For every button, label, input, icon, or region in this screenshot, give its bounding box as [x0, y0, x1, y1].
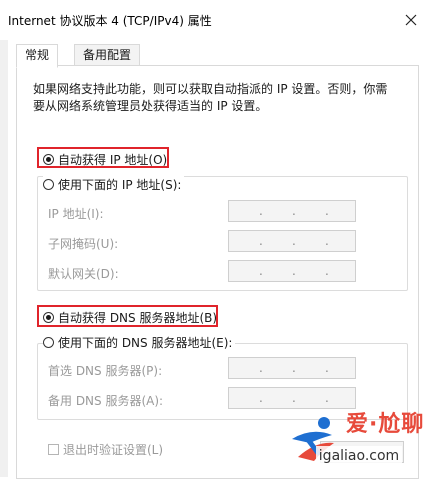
watermark-brand: 爱·尬聊 — [346, 412, 425, 437]
preferred-dns-input[interactable]: ... — [228, 357, 356, 379]
tab-alternate-configuration[interactable]: 备用配置 — [74, 44, 141, 67]
manual-ip-label: 使用下面的 IP 地址(S): — [58, 177, 182, 192]
window-title: Internet 协议版本 4 (TCP/IPv4) 属性 — [8, 14, 212, 28]
ipv4-properties-dialog: Internet 协议版本 4 (TCP/IPv4) 属性 常规 备用配置 如果… — [0, 0, 430, 479]
close-icon — [405, 14, 417, 26]
ip-address-input[interactable]: ... — [228, 200, 356, 222]
subnet-mask-input[interactable]: ... — [228, 230, 356, 252]
alternate-dns-input[interactable]: ... — [228, 387, 356, 409]
manual-ip-radio[interactable] — [43, 178, 54, 190]
validate-on-exit-checkbox[interactable] — [48, 443, 59, 455]
subnet-mask-label: 子网掩码(U): — [48, 237, 119, 251]
background-window-edge — [0, 40, 8, 477]
default-gateway-input[interactable]: ... — [228, 260, 356, 282]
highlight-auto-ip — [37, 147, 169, 168]
validate-on-exit-option[interactable]: 退出时验证设置(L) — [48, 441, 163, 457]
highlight-auto-dns — [37, 305, 218, 327]
manual-dns-option[interactable]: 使用下面的 DNS 服务器地址(E): — [43, 333, 236, 351]
tab-general[interactable]: 常规 — [16, 44, 59, 68]
ip-address-label: IP 地址(I): — [48, 207, 104, 221]
manual-dns-radio[interactable] — [43, 336, 54, 348]
validate-on-exit-label: 退出时验证设置(L) — [63, 442, 164, 457]
alternate-dns-label: 备用 DNS 服务器(A): — [48, 394, 164, 408]
watermark-url: igaliao.com — [316, 446, 402, 466]
preferred-dns-label: 首选 DNS 服务器(P): — [48, 364, 163, 378]
manual-ip-option[interactable]: 使用下面的 IP 地址(S): — [43, 175, 185, 193]
default-gateway-label: 默认网关(D): — [48, 267, 119, 281]
description-text: 如果网络支持此功能，则可以获取自动指派的 IP 设置。否则，你需要从网络系统管理… — [33, 82, 388, 113]
close-button[interactable] — [396, 6, 426, 34]
title-bar: Internet 协议版本 4 (TCP/IPv4) 属性 — [0, 0, 430, 40]
manual-dns-label: 使用下面的 DNS 服务器地址(E): — [58, 335, 233, 350]
